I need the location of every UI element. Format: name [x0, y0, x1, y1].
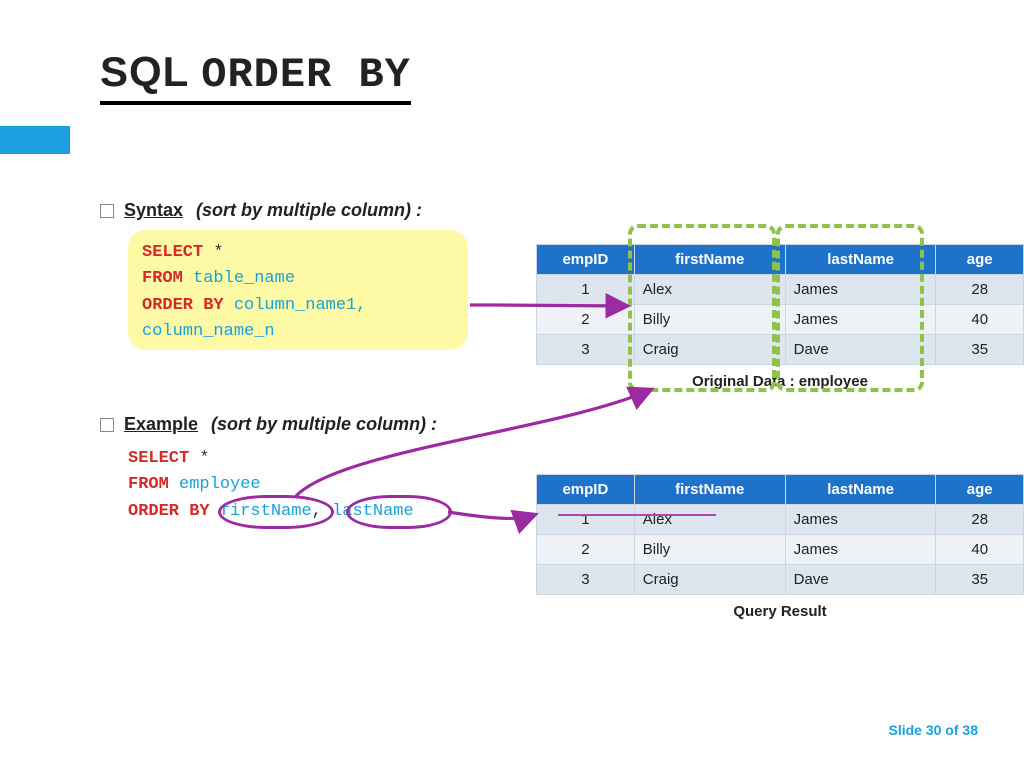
code-line: SELECT * — [128, 446, 414, 472]
cell: 3 — [537, 565, 635, 595]
accent-bar — [0, 126, 70, 154]
syntax-label: Syntax — [124, 200, 183, 221]
bullet-icon — [100, 204, 114, 218]
cell: 28 — [936, 505, 1024, 535]
kw-from: FROM — [142, 269, 183, 288]
cell: 2 — [537, 535, 635, 565]
dashed-lastname-col — [776, 224, 924, 392]
id-emp: employee — [179, 475, 261, 494]
star: * — [213, 243, 223, 262]
kw-select: SELECT — [128, 449, 189, 468]
cell: 40 — [936, 535, 1024, 565]
th-last: lastName — [785, 475, 936, 505]
cell: James — [785, 505, 936, 535]
syntax-codebox: SELECT * FROM table_name ORDER BY column… — [128, 230, 468, 350]
result-table: empID firstName lastName age 1AlexJames2… — [536, 474, 1024, 595]
cell: 2 — [537, 305, 635, 335]
bullet-icon — [100, 418, 114, 432]
th-empid: empID — [537, 245, 635, 275]
th-first: firstName — [634, 475, 785, 505]
example-heading: Example (sort by multiple column) : — [100, 414, 437, 435]
id-table: table_name — [193, 269, 295, 288]
th-age: age — [936, 245, 1024, 275]
table-row: 3CraigDave35 — [537, 565, 1024, 595]
cell: 3 — [537, 335, 635, 365]
circle-lastname — [346, 495, 452, 529]
footer-prefix: Slide — [888, 722, 925, 738]
table-row: 2BillyJames40 — [537, 535, 1024, 565]
slide: SQL ORDER BY Syntax (sort by multiple co… — [0, 0, 1024, 768]
syntax-desc: (sort by multiple column) : — [196, 200, 422, 221]
code-line: SELECT * — [142, 240, 454, 266]
syntax-heading: Syntax (sort by multiple column) : — [100, 200, 422, 221]
code-line: column_name_n — [142, 319, 454, 345]
table-row: 1AlexJames28 — [537, 505, 1024, 535]
footer: Slide 30 of 38 — [888, 722, 978, 738]
cell: Billy — [634, 535, 785, 565]
title-text: SQL — [100, 48, 201, 95]
dashed-firstname-col — [628, 224, 776, 392]
table-header: empID firstName lastName age — [537, 475, 1024, 505]
cell: Alex — [634, 505, 785, 535]
footer-total: 38 — [962, 722, 978, 738]
footer-n: 30 — [926, 722, 942, 738]
example-label: Example — [124, 414, 198, 435]
title-code: ORDER BY — [201, 51, 411, 99]
cell: 35 — [936, 335, 1024, 365]
cell: James — [785, 535, 936, 565]
example-desc: (sort by multiple column) : — [211, 414, 437, 435]
th-age: age — [936, 475, 1024, 505]
cell: Craig — [634, 565, 785, 595]
kw-from: FROM — [128, 475, 169, 494]
code-line: FROM table_name — [142, 266, 454, 292]
cell: 1 — [537, 275, 635, 305]
star: * — [199, 449, 209, 468]
cell: 28 — [936, 275, 1024, 305]
th-empid: empID — [537, 475, 635, 505]
kw-orderby: ORDER BY — [128, 502, 210, 521]
circle-firstname — [218, 495, 334, 529]
cell: 1 — [537, 505, 635, 535]
kw-select: SELECT — [142, 243, 203, 262]
id-coln: column_name_n — [142, 322, 275, 341]
footer-of: of — [941, 722, 962, 738]
code-line: ORDER BY column_name1, — [142, 293, 454, 319]
result-caption: Query Result — [536, 603, 1024, 620]
cell: 40 — [936, 305, 1024, 335]
kw-orderby: ORDER BY — [142, 296, 224, 315]
cell: Dave — [785, 565, 936, 595]
slide-title: SQL ORDER BY — [100, 48, 411, 105]
result-table-block: empID firstName lastName age 1AlexJames2… — [536, 474, 1024, 620]
id-col1: column_name1, — [234, 296, 367, 315]
cell: 35 — [936, 565, 1024, 595]
